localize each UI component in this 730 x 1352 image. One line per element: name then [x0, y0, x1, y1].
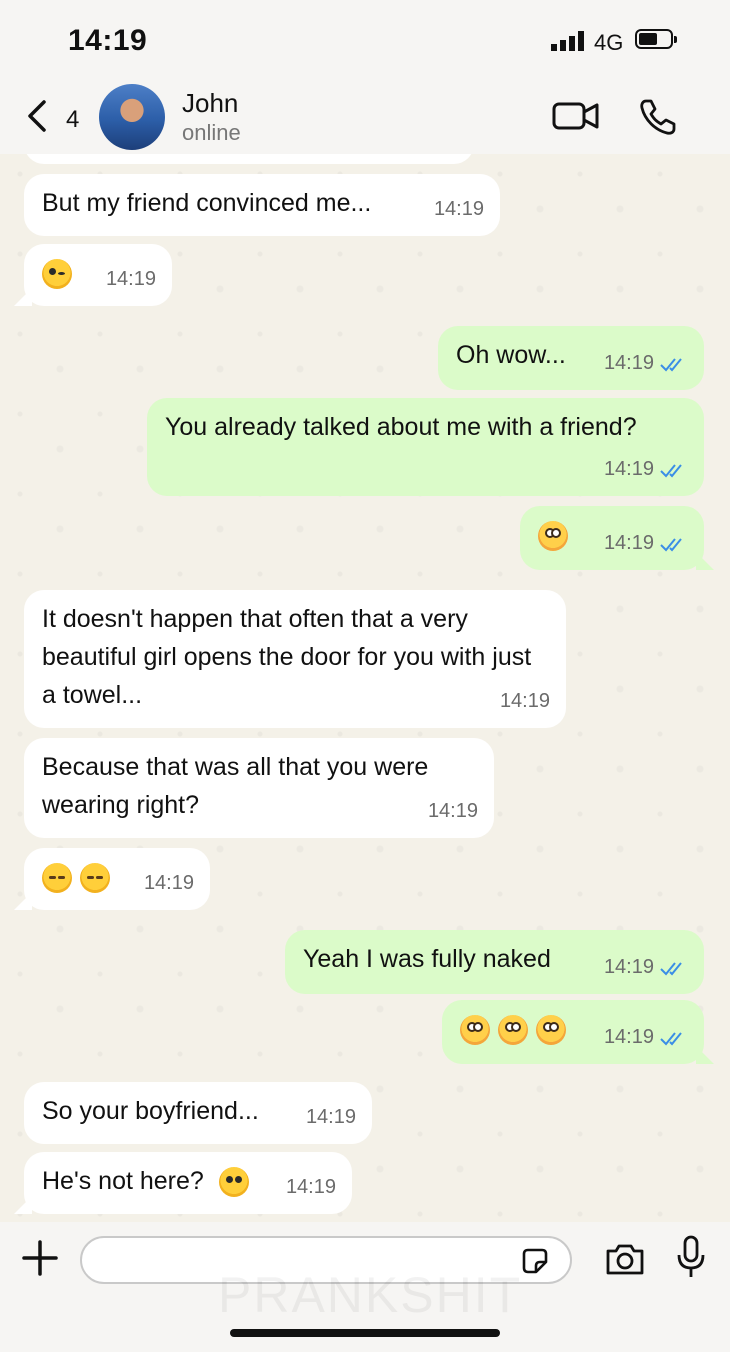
message-bubble-outgoing[interactable]: You already talked about me with a frien…	[147, 398, 704, 496]
flushed-face-icon	[538, 521, 568, 552]
message-bubble-incoming[interactable]: It doesn't happen that often that a very…	[24, 590, 566, 728]
winking-face-icon	[42, 259, 72, 290]
avatar[interactable]	[99, 84, 165, 150]
message-time: 14:19	[285, 1176, 336, 1198]
tongue-face-icon	[218, 1167, 249, 1198]
read-ticks-icon	[660, 962, 682, 976]
unread-count[interactable]: 4	[66, 106, 79, 134]
plus-icon[interactable]	[20, 1238, 60, 1278]
read-ticks-icon	[660, 538, 682, 552]
message-time: 14:19	[604, 1018, 688, 1056]
message-text: It doesn't happen that often that a very…	[42, 605, 532, 709]
relieved-face-icon	[80, 863, 110, 894]
message-bubble-incoming[interactable]: 14:19	[14, 848, 210, 910]
message-bubble-outgoing[interactable]: Oh wow... 14:19	[438, 326, 704, 390]
status-time: 14:19	[68, 24, 148, 57]
network-type: 4G	[594, 30, 624, 55]
message-bubble-incoming[interactable]: 14:19	[14, 244, 172, 306]
message-time: 14:19	[143, 872, 194, 894]
video-call-icon[interactable]	[552, 100, 600, 132]
message-time: 14:19	[105, 268, 156, 290]
home-indicator[interactable]	[230, 1329, 500, 1337]
message-text: So your boyfriend...	[42, 1097, 259, 1125]
message-bubble-incoming[interactable]: Because that was all that you were weari…	[24, 738, 494, 838]
microphone-icon[interactable]	[676, 1234, 706, 1280]
message-time: 14:19	[604, 948, 688, 986]
message-text: Oh wow...	[456, 341, 566, 369]
message-text: Yeah I was fully naked	[303, 945, 551, 973]
message-bubble-incoming[interactable]: He's not here? 14:19	[14, 1152, 352, 1214]
message-time: 14:19	[433, 198, 484, 220]
battery-icon	[635, 29, 677, 49]
flushed-face-icon	[460, 1015, 490, 1046]
message-bubble-outgoing[interactable]: 14:19	[442, 1000, 714, 1064]
relieved-face-icon	[42, 863, 72, 894]
message-time: 14:19	[499, 690, 550, 712]
phone-icon[interactable]	[638, 97, 678, 137]
back-chevron-icon[interactable]	[24, 96, 50, 136]
chat-header: 4 John online	[0, 80, 730, 154]
message-time: 14:19	[604, 450, 688, 488]
message-input[interactable]	[80, 1236, 572, 1284]
message-bubble-partial	[24, 154, 474, 164]
read-ticks-icon	[660, 1032, 682, 1046]
message-text: But my friend convinced me...	[42, 189, 372, 217]
message-time: 14:19	[427, 800, 478, 822]
signal-icon	[551, 31, 584, 51]
read-ticks-icon	[660, 358, 682, 372]
status-bar: 14:19 4G	[0, 0, 730, 80]
flushed-face-icon	[536, 1015, 566, 1046]
message-bubble-incoming[interactable]: But my friend convinced me... 14:19	[24, 174, 500, 236]
message-bubble-incoming[interactable]: So your boyfriend... 14:19	[24, 1082, 372, 1144]
message-time: 14:19	[604, 524, 688, 562]
contact-name[interactable]: John	[182, 88, 238, 119]
flushed-face-icon	[498, 1015, 528, 1046]
chat-area[interactable]: PRANKSHIT PRANKSHIT But my friend convin…	[0, 154, 730, 1222]
message-time: 14:19	[604, 344, 688, 382]
sticker-icon[interactable]	[520, 1246, 550, 1276]
message-bubble-outgoing[interactable]: Yeah I was fully naked 14:19	[285, 930, 704, 994]
message-text: Because that was all that you were weari…	[42, 753, 429, 819]
message-text: He's not here?	[42, 1167, 204, 1195]
message-time: 14:19	[305, 1106, 356, 1128]
contact-status: online	[182, 120, 241, 145]
message-text: You already talked about me with a frien…	[165, 413, 637, 441]
read-ticks-icon	[660, 464, 682, 478]
camera-icon[interactable]	[604, 1242, 646, 1276]
message-bubble-outgoing[interactable]: 14:19	[520, 506, 714, 570]
